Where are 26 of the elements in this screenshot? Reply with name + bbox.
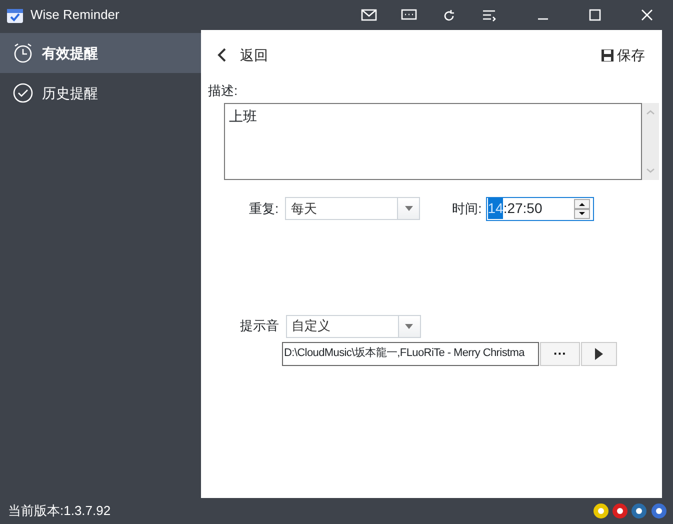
description-field[interactable]: 上班 [224,102,642,180]
back-button[interactable]: 返回 [217,44,268,66]
check-circle-icon [12,82,34,104]
version-text: 当前版本:1.3.7.92 [8,502,111,520]
repeat-dropdown[interactable]: 每天 [285,197,420,220]
spin-buttons-icon[interactable] [574,198,590,218]
description-label: 描述: [208,82,238,100]
play-button[interactable] [581,342,617,366]
alarm-clock-icon [12,42,34,64]
repeat-label: 重复: [249,200,279,218]
caret-icon [404,206,413,211]
sound-path-field[interactable]: D:\CloudMusic\坂本龍一,FLuoRiTe - Merry Christma [282,342,539,366]
chevron-left-icon [217,48,227,62]
save-button[interactable]: 保存 [600,44,645,66]
caret-icon [405,324,413,328]
sidebar-item[interactable]: 历史提醒 [0,73,201,114]
time-field[interactable]: 14:27:50 [486,196,594,220]
sound-dropdown[interactable]: 自定义 [286,314,420,338]
browse-button[interactable]: ··· [540,342,580,366]
window-title: Wise Reminder [30,6,120,24]
calendar-icon [6,6,24,24]
scrollbar[interactable] [642,102,659,180]
time-label: 时间: [452,200,482,218]
sidebar-item[interactable]: 有效提醒 [0,33,201,74]
sound-label: 提示音 [240,317,279,336]
play-icon [595,348,603,360]
